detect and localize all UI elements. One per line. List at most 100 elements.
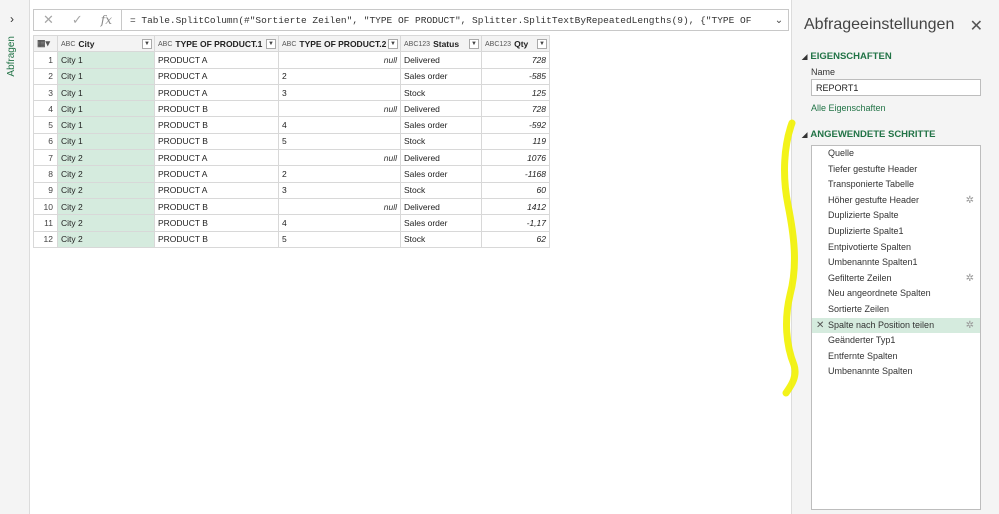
cell-type-of-product-1[interactable]: PRODUCT A <box>154 165 279 183</box>
cell-qty[interactable]: 60 <box>481 181 550 199</box>
row-number[interactable]: 12 <box>33 230 58 248</box>
cell-qty[interactable]: 1076 <box>481 149 550 167</box>
row-number[interactable]: 10 <box>33 197 58 216</box>
applied-step[interactable]: Entpivotierte Spalten <box>812 240 980 256</box>
row-number[interactable]: 5 <box>33 116 58 134</box>
applied-step[interactable]: Umbenannte Spalten1 <box>812 255 980 271</box>
chevron-down-icon[interactable]: ⌄ <box>770 15 788 26</box>
fx-icon[interactable]: fx <box>101 13 112 27</box>
row-number[interactable]: 9 <box>33 181 58 199</box>
table-row[interactable]: 1 City 1 PRODUCT Anull Delivered 728 <box>33 51 550 69</box>
cell-type-of-product-2[interactable]: null <box>278 51 401 69</box>
applied-step[interactable]: Entfernte Spalten <box>812 349 980 365</box>
cancel-icon[interactable]: ✕ <box>43 12 54 28</box>
cell-qty[interactable]: -592 <box>481 116 550 134</box>
row-number[interactable]: 11 <box>33 214 58 232</box>
cell-city[interactable]: City 2 <box>57 165 155 183</box>
column-header-type-of-product-2[interactable]: ABC TYPE OF PRODUCT.2 ▼ <box>278 34 401 53</box>
filter-dropdown-icon[interactable]: ▼ <box>266 39 276 49</box>
expand-queries-icon[interactable]: › <box>10 12 14 26</box>
cell-status[interactable]: Stock <box>400 83 482 102</box>
cell-type-of-product-2[interactable]: 2 <box>278 67 401 85</box>
cell-type-of-product-2[interactable]: null <box>278 100 401 118</box>
cell-qty[interactable]: -1,17 <box>481 214 550 232</box>
cell-qty[interactable]: -1168 <box>481 165 550 183</box>
applied-step[interactable]: Duplizierte Spalte1 <box>812 224 980 240</box>
cell-qty[interactable]: 728 <box>481 51 550 69</box>
cell-qty[interactable]: 119 <box>481 132 550 151</box>
cell-type-of-product-1[interactable]: PRODUCT A <box>154 83 279 102</box>
filter-dropdown-icon[interactable]: ▼ <box>142 39 152 49</box>
cell-status[interactable]: Sales order <box>400 165 482 183</box>
cell-status[interactable]: Stock <box>400 181 482 199</box>
cell-city[interactable]: City 2 <box>57 181 155 199</box>
cell-city[interactable]: City 2 <box>57 149 155 167</box>
table-row[interactable]: 2 City 1 PRODUCT A 2 Sales order -585 <box>33 67 550 85</box>
cell-status[interactable]: Sales order <box>400 214 482 232</box>
cell-type-of-product-1[interactable]: PRODUCT B <box>154 230 279 248</box>
confirm-icon[interactable]: ✓ <box>72 12 83 28</box>
cell-type-of-product-2[interactable]: 5 <box>278 230 401 248</box>
cell-qty[interactable]: 1412 <box>481 197 550 216</box>
collapse-triangle-icon[interactable]: ◢ <box>802 54 807 61</box>
cell-type-of-product-1[interactable]: PRODUCT B <box>154 197 279 216</box>
table-row[interactable]: 11 City 2 PRODUCT B 4 Sales order -1,17 <box>33 214 550 232</box>
table-row[interactable]: 7 City 2 PRODUCT Anull Delivered 1076 <box>33 149 550 167</box>
type-text-icon[interactable]: ABC <box>282 41 296 48</box>
column-header-qty[interactable]: ABC123 Qty ▼ <box>481 34 550 53</box>
cell-type-of-product-1[interactable]: PRODUCT A <box>154 51 279 69</box>
cell-city[interactable]: City 2 <box>57 230 155 248</box>
applied-step[interactable]: Sortierte Zeilen <box>812 302 980 318</box>
table-menu-button[interactable]: ▦▾ <box>33 34 58 53</box>
cell-status[interactable]: Delivered <box>400 197 482 216</box>
applied-step[interactable]: Geänderter Typ1 <box>812 333 980 349</box>
close-icon[interactable]: ✕ <box>970 16 983 36</box>
applied-step[interactable]: Neu angeordnete Spalten <box>812 286 980 302</box>
applied-steps-heading[interactable]: ◢ ANGEWENDETE SCHRITTE <box>802 129 935 140</box>
cell-status[interactable]: Delivered <box>400 51 482 69</box>
cell-type-of-product-2[interactable]: 3 <box>278 181 401 199</box>
table-row[interactable]: 3 City 1 PRODUCT A 3 Stock 125 <box>33 83 550 102</box>
cell-city[interactable]: City 1 <box>57 67 155 85</box>
gear-icon[interactable]: ✲ <box>966 318 974 334</box>
table-row[interactable]: 9 City 2 PRODUCT A 3 Stock 60 <box>33 181 550 199</box>
cell-qty[interactable]: 62 <box>481 230 550 248</box>
cell-qty[interactable]: 125 <box>481 83 550 102</box>
table-row[interactable]: 5 City 1 PRODUCT B 4 Sales order -592 <box>33 116 550 134</box>
queries-label[interactable]: Abfragen <box>6 36 17 77</box>
cell-type-of-product-1[interactable]: PRODUCT A <box>154 149 279 167</box>
cell-status[interactable]: Delivered <box>400 149 482 167</box>
column-header-type-of-product-1[interactable]: ABC TYPE OF PRODUCT.1 ▼ <box>154 34 279 53</box>
cell-city[interactable]: City 1 <box>57 116 155 134</box>
cell-city[interactable]: City 1 <box>57 100 155 118</box>
applied-step[interactable]: ✕ Spalte nach Position teilen ✲ <box>812 317 980 334</box>
applied-step[interactable]: Quelle <box>812 146 980 162</box>
applied-step[interactable]: Gefilterte Zeilen ✲ <box>812 271 980 287</box>
type-any-icon[interactable]: ABC123 <box>485 41 511 48</box>
row-number[interactable]: 8 <box>33 165 58 183</box>
cell-type-of-product-1[interactable]: PRODUCT B <box>154 214 279 232</box>
gear-icon[interactable]: ✲ <box>966 271 974 287</box>
query-name-input[interactable]: REPORT1 <box>811 79 981 96</box>
table-row[interactable]: 4 City 1 PRODUCT Bnull Delivered 728 <box>33 100 550 118</box>
row-number[interactable]: 2 <box>33 67 58 85</box>
cell-type-of-product-2[interactable]: null <box>278 197 401 216</box>
cell-type-of-product-1[interactable]: PRODUCT A <box>154 67 279 85</box>
applied-step[interactable]: Transponierte Tabelle <box>812 177 980 193</box>
type-any-icon[interactable]: ABC123 <box>404 41 430 48</box>
column-header-city[interactable]: ABC City ▼ <box>57 34 155 53</box>
gear-icon[interactable]: ✲ <box>966 193 974 209</box>
type-text-icon[interactable]: ABC <box>61 41 75 48</box>
column-header-status[interactable]: ABC123 Status ▼ <box>400 34 482 53</box>
cell-type-of-product-2[interactable]: 3 <box>278 83 401 102</box>
formula-input[interactable]: = Table.SplitColumn(#"Sortierte Zeilen",… <box>122 15 770 26</box>
table-row[interactable]: 6 City 1 PRODUCT B 5 Stock 119 <box>33 132 550 151</box>
applied-step[interactable]: Duplizierte Spalte <box>812 208 980 224</box>
cell-city[interactable]: City 1 <box>57 83 155 102</box>
table-row[interactable]: 10 City 2 PRODUCT Bnull Delivered 1412 <box>33 197 550 216</box>
applied-step[interactable]: Höher gestufte Header ✲ <box>812 193 980 209</box>
cell-type-of-product-1[interactable]: PRODUCT B <box>154 100 279 118</box>
cell-type-of-product-1[interactable]: PRODUCT B <box>154 132 279 151</box>
cell-status[interactable]: Stock <box>400 230 482 248</box>
table-row[interactable]: 12 City 2 PRODUCT B 5 Stock 62 <box>33 230 550 248</box>
